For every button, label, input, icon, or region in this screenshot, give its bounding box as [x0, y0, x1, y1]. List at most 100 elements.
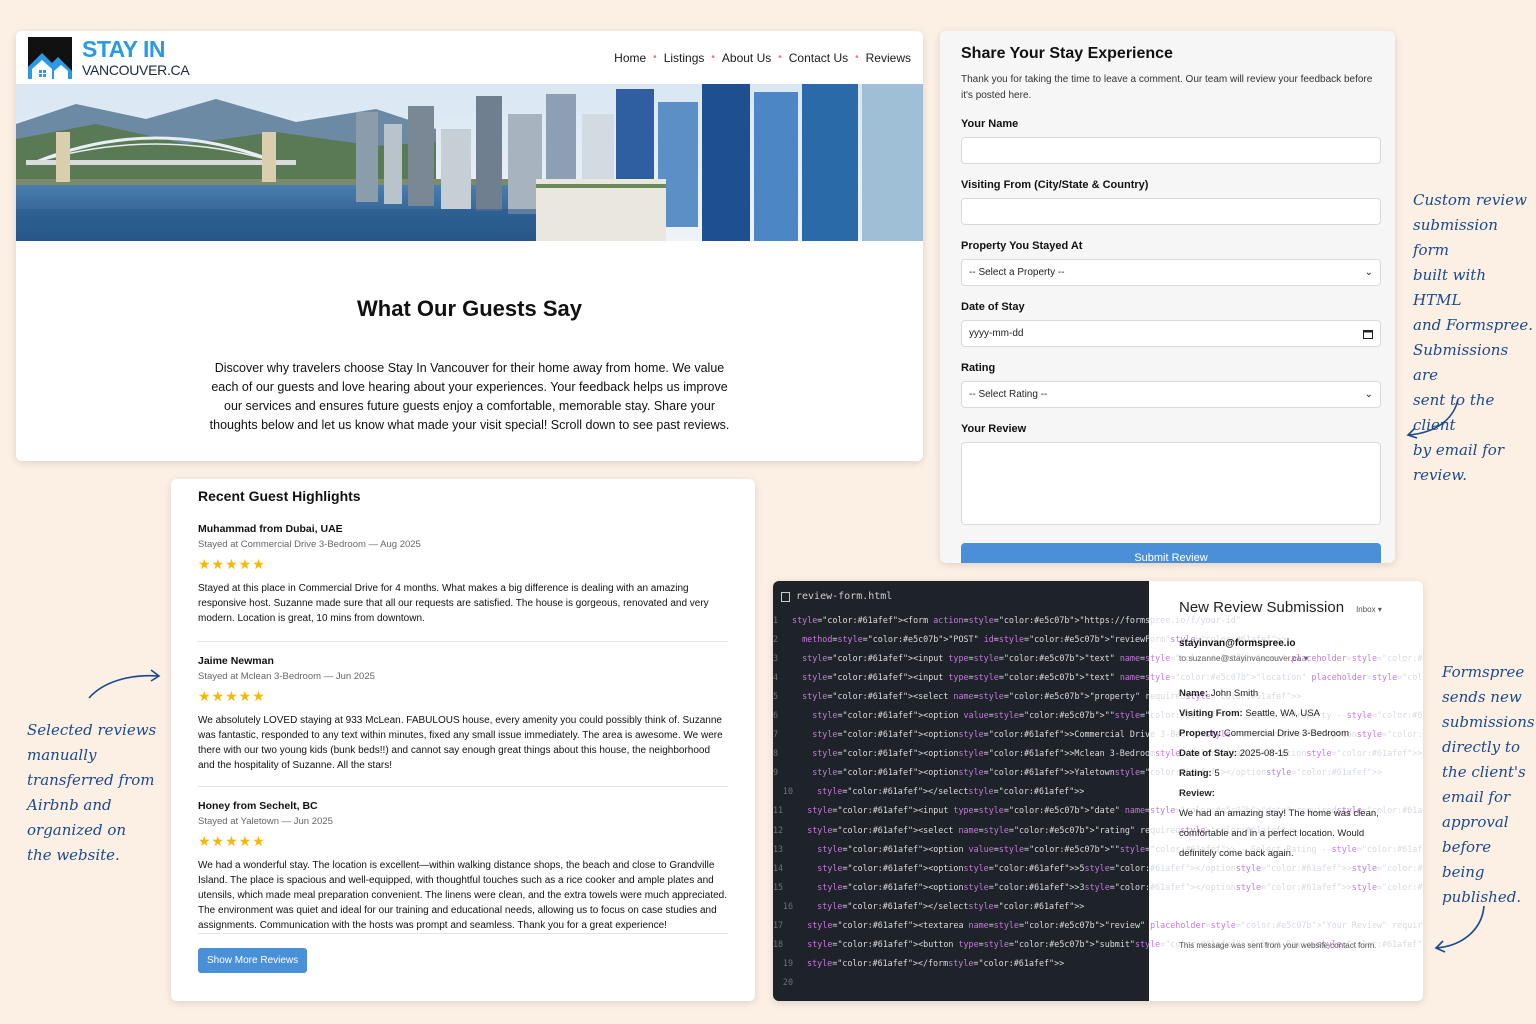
email-recipient[interactable]: to suzanne@stayinvancouver.ca ▾	[1179, 653, 1423, 664]
curved-arrow-icon	[1434, 905, 1485, 953]
line-number: 9	[773, 767, 779, 778]
annotation-line: Custom review	[1413, 191, 1527, 209]
site-logo[interactable]: STAY IN VANCOUVER.CA	[28, 36, 190, 79]
annotation-line: before being	[1442, 838, 1492, 881]
line-code: style="color:#61afef"></selectstyle="col…	[817, 900, 1085, 911]
name-label: Your Name	[961, 118, 1019, 130]
location-input[interactable]	[961, 198, 1381, 225]
email-review-text: We had an amazing stay! The home was cle…	[1179, 808, 1379, 859]
review-item: Honey from Sechelt, BC Stayed at Yaletow…	[198, 800, 728, 934]
annotation-line: transferred from	[27, 771, 155, 789]
name-input[interactable]	[961, 137, 1381, 164]
show-more-reviews-button[interactable]: Show More Reviews	[198, 948, 308, 973]
nav-about[interactable]: About Us	[722, 51, 771, 65]
star-rating-icon: ★★★★★	[198, 833, 266, 849]
inbox-label[interactable]: Inbox ▾	[1356, 605, 1382, 614]
code-line: 5 style="color:#61afef"><select name=sty…	[773, 686, 1301, 705]
field-key: Property:	[1179, 728, 1222, 739]
rating-select[interactable]: -- Select Rating -- ⌄	[961, 381, 1381, 408]
field-value: 2025-08-15	[1239, 748, 1289, 759]
file-icon	[781, 591, 790, 602]
code-line: 12 style="color:#61afef"><select name=st…	[773, 820, 1296, 839]
code-line: 10 style="color:#61afef"></selectstyle="…	[773, 782, 1149, 801]
annotation-line: submissions	[1442, 713, 1535, 731]
field-value: John Smith	[1210, 688, 1259, 699]
email-preview: New Review Submission Inbox ▾ stayinvan@…	[1149, 581, 1423, 1001]
annotation-line: email for	[1442, 788, 1511, 806]
date-label: Date of Stay	[961, 301, 1025, 313]
code-line: 7 style="color:#61afef"><optionstyle="co…	[773, 725, 1423, 744]
annotation-line: Submissions are	[1413, 341, 1509, 384]
code-line: 6 style="color:#61afef"><option value=st…	[773, 705, 1423, 724]
chevron-down-icon: ⌄	[1364, 267, 1373, 278]
star-rating-icon: ★★★★★	[198, 556, 266, 572]
chevron-down-icon: ⌄	[1364, 389, 1373, 400]
annotation-form-note: Custom review submission form built with H…	[1413, 188, 1536, 488]
code-line: 15 style="color:#61afef"><optionstyle="c…	[773, 877, 1423, 896]
review-label: Your Review	[961, 423, 1027, 435]
line-number: 7	[773, 729, 779, 740]
nav-separator: •	[653, 52, 657, 63]
line-number: 12	[773, 824, 784, 835]
nav-reviews[interactable]: Reviews	[866, 51, 911, 65]
code-file-tab[interactable]: review-form.html	[773, 591, 1149, 602]
annotation-line: sends new	[1442, 688, 1522, 706]
line-code: style="color:#61afef"></formstyle="color…	[807, 958, 1065, 969]
annotation-line: submission form	[1413, 216, 1498, 259]
review-stay-info: Stayed at Yaletown — Jun 2025	[198, 816, 333, 827]
code-editor: review-form.html 1 style="color:#61afef">…	[773, 581, 1423, 1001]
logo-title: STAY IN	[82, 36, 166, 62]
field-key: Name:	[1179, 688, 1209, 699]
code-line: 3 style="color:#61afef"><input type=styl…	[773, 648, 1423, 667]
code-line: 1 style="color:#61afef"><form action=styl…	[773, 610, 1241, 629]
code-and-email-card: review-form.html 1 style="color:#61afef">…	[773, 581, 1423, 1001]
code-line: 20	[773, 973, 1149, 992]
review-stay-info: Stayed at Commercial Drive 3-Bedroom — A…	[198, 539, 421, 550]
annotation-line: directly to	[1442, 738, 1520, 756]
submit-review-button[interactable]: Submit Review	[961, 543, 1381, 563]
line-number: 6	[773, 710, 779, 721]
line-number: 11	[773, 805, 784, 816]
form-intro: Thank you for taking the time to leave a…	[961, 74, 1373, 101]
reviewer-name: Jaime Newman	[198, 655, 274, 667]
annotation-line: built with HTML	[1413, 266, 1486, 309]
page-heading: What Our Guests Say	[357, 296, 582, 321]
review-text: We had a wonderful stay. The location is…	[198, 860, 727, 931]
review-form-card: Share Your Stay Experience Thank you for…	[940, 31, 1395, 563]
date-input[interactable]: yyyy-mm-dd	[961, 320, 1381, 347]
annotation-line: organized on	[27, 821, 127, 839]
rating-select-value: -- Select Rating --	[969, 389, 1048, 400]
nav-home[interactable]: Home	[614, 51, 646, 65]
nav-listings[interactable]: Listings	[664, 51, 705, 65]
nav-separator: •	[855, 52, 859, 63]
annotation-line: the client's	[1442, 763, 1526, 781]
website-preview-card: STAY IN VANCOUVER.CA Home • Listings • Abo…	[16, 31, 923, 461]
review-textarea[interactable]	[961, 442, 1381, 525]
date-input-value: yyyy-mm-dd	[969, 328, 1024, 339]
email-footer: This message was sent from your website …	[1179, 941, 1377, 950]
line-code: style="color:#61afef"></selectstyle="col…	[817, 786, 1085, 797]
line-number: 13	[773, 843, 784, 854]
property-select[interactable]: -- Select a Property -- ⌄	[961, 259, 1381, 286]
line-number: 3	[773, 652, 779, 663]
nav-contact[interactable]: Contact Us	[789, 51, 848, 65]
code-lines: 1 style="color:#61afef"><form action=styl…	[773, 610, 1423, 992]
email-subject: New Review Submission	[1179, 599, 1345, 616]
annotation-reviews-note: Selected reviews manually transferred from…	[27, 718, 156, 868]
star-rating-icon: ★★★★★	[198, 688, 266, 704]
guest-highlights-card: Recent Guest Highlights Muhammad from Du…	[171, 479, 755, 1001]
field-key: Review:	[1179, 788, 1215, 799]
location-label: Visiting From (City/State & Country)	[961, 179, 1149, 191]
line-number: 19	[782, 958, 793, 969]
line-number: 14	[773, 862, 784, 873]
logo-subtitle: VANCOUVER.CA	[82, 62, 190, 78]
field-key: Rating:	[1179, 768, 1212, 779]
calendar-icon[interactable]	[1363, 329, 1373, 339]
property-select-value: -- Select a Property --	[969, 267, 1065, 278]
email-body: Name: John Smith Visiting From: Seattle,…	[1179, 684, 1423, 864]
site-header: STAY IN VANCOUVER.CA Home • Listings • Abo…	[16, 31, 923, 84]
code-line: 8 style="color:#61afef"><optionstyle="co…	[773, 744, 1422, 763]
code-line: 9 style="color:#61afef"><optionstyle="co…	[773, 763, 1382, 782]
review-item: Jaime Newman Stayed at Mclean 3-Bedroom …	[198, 655, 728, 787]
annotation-line: review.	[1413, 466, 1468, 484]
